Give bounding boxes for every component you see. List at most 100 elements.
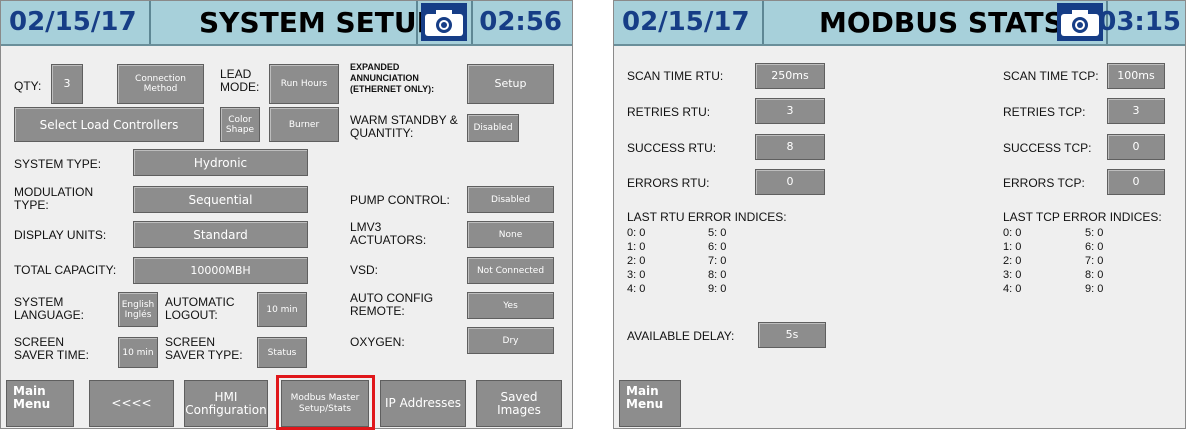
vsd-button[interactable]: Not Connected (467, 257, 554, 284)
screen-saver-type-button[interactable]: Status (257, 337, 307, 368)
tcp-index: 3: 0 (1003, 269, 1022, 281)
auto-config-remote-label: AUTO CONFIG REMOTE: (350, 291, 434, 318)
screen-saver-time-button[interactable]: 10 min (118, 337, 158, 368)
back-button[interactable]: <<<< (89, 380, 174, 427)
header-date: 02/15/17 (9, 7, 137, 37)
retries-rtu-value[interactable]: 3 (755, 98, 825, 124)
rtu-index: 5: 0 (708, 227, 727, 239)
available-delay-label: AVAILABLE DELAY: (627, 329, 735, 343)
scan-time-tcp-value[interactable]: 100ms (1107, 63, 1165, 89)
header-bar: 02/15/17 MODBUS STATS 03:15 (614, 1, 1185, 46)
oxygen-button[interactable]: Dry (467, 327, 554, 354)
tcp-index: 9: 0 (1085, 283, 1104, 295)
display-units-label: DISPLAY UNITS: (14, 228, 107, 242)
tcp-index: 8: 0 (1085, 269, 1104, 281)
auto-config-remote-button[interactable]: Yes (467, 292, 554, 319)
scan-time-rtu-value[interactable]: 250ms (755, 63, 825, 89)
system-type-label: SYSTEM TYPE: (14, 157, 102, 171)
rtu-index: 9: 0 (708, 283, 727, 295)
warm-standby-label: WARM STANDBY & QUANTITY: (350, 113, 458, 140)
system-language-label: SYSTEM LANGUAGE: (14, 295, 85, 322)
hmi-configuration-button[interactable]: HMI Configuration (184, 380, 268, 427)
errors-tcp-label: ERRORS TCP: (1003, 176, 1085, 190)
ip-addresses-button[interactable]: IP Addresses (380, 380, 466, 427)
highlight-box (276, 375, 375, 430)
system-setup-panel: 02/15/17 SYSTEM SETUP 02:56 QTY: 3 Conne… (0, 0, 573, 430)
automatic-logout-label: AUTOMATIC LOGOUT: (165, 295, 235, 322)
camera-icon[interactable] (421, 3, 467, 41)
header-divider (416, 1, 418, 44)
tcp-index: 5: 0 (1085, 227, 1104, 239)
modbus-stats-panel: 02/15/17 MODBUS STATS 03:15 SCAN TIME RT… (613, 0, 1186, 429)
lmv3-actuators-label: LMV3 ACTUATORS: (350, 220, 427, 247)
header-bar: 02/15/17 SYSTEM SETUP 02:56 (1, 1, 572, 46)
automatic-logout-button[interactable]: 10 min (257, 292, 307, 327)
rtu-index: 0: 0 (627, 227, 646, 239)
pump-control-button[interactable]: Disabled (467, 186, 554, 213)
rtu-index: 8: 0 (708, 269, 727, 281)
expanded-annunciation-label: EXPANDED ANNUNCIATION (ETHERNET ONLY): (350, 62, 435, 94)
camera-icon[interactable] (1057, 3, 1103, 41)
last-tcp-error-indices-header: LAST TCP ERROR INDICES: (1003, 210, 1162, 224)
rtu-index: 3: 0 (627, 269, 646, 281)
oxygen-label: OXYGEN: (350, 335, 405, 349)
scan-time-tcp-label: SCAN TIME TCP: (1003, 69, 1099, 83)
total-capacity-label: TOTAL CAPACITY: (14, 263, 117, 277)
header-time: 02:56 (479, 7, 562, 37)
header-date: 02/15/17 (622, 7, 750, 37)
tcp-index: 7: 0 (1085, 255, 1104, 267)
header-time: 03:15 (1098, 7, 1181, 37)
main-menu-button[interactable]: Main Menu (619, 380, 681, 427)
errors-tcp-value[interactable]: 0 (1107, 169, 1165, 195)
rtu-index: 7: 0 (708, 255, 727, 267)
available-delay-value[interactable]: 5s (758, 322, 826, 348)
rtu-index: 2: 0 (627, 255, 646, 267)
tcp-index: 4: 0 (1003, 283, 1022, 295)
warm-standby-button[interactable]: Disabled (467, 114, 519, 142)
burner-button[interactable]: Burner (269, 107, 339, 142)
last-rtu-error-indices-header: LAST RTU ERROR INDICES: (627, 210, 787, 224)
success-rtu-label: SUCCESS RTU: (627, 141, 717, 155)
vsd-label: VSD: (350, 263, 379, 277)
page-title: SYSTEM SETUP (199, 6, 438, 39)
retries-tcp-label: RETRIES TCP: (1003, 105, 1086, 119)
screen-saver-time-label: SCREEN SAVER TIME: (14, 335, 89, 362)
system-type-button[interactable]: Hydronic (133, 149, 308, 176)
display-units-button[interactable]: Standard (133, 221, 308, 248)
connection-method-button[interactable]: Connection Method (117, 64, 204, 104)
color-shape-button[interactable]: Color Shape (220, 107, 260, 142)
errors-rtu-value[interactable]: 0 (755, 169, 825, 195)
success-tcp-value[interactable]: 0 (1107, 134, 1165, 160)
system-language-button[interactable]: English Inglés (118, 292, 158, 327)
setup-button[interactable]: Setup (467, 64, 554, 104)
saved-images-button[interactable]: Saved Images (476, 380, 562, 427)
tcp-index: 2: 0 (1003, 255, 1022, 267)
main-menu-button[interactable]: Main Menu (6, 380, 74, 427)
screen-saver-type-label: SCREEN SAVER TYPE: (165, 335, 243, 362)
lead-mode-button[interactable]: Run Hours (269, 64, 339, 104)
header-divider (471, 1, 473, 44)
tcp-index: 1: 0 (1003, 241, 1022, 253)
errors-rtu-label: ERRORS RTU: (627, 176, 710, 190)
retries-tcp-value[interactable]: 3 (1107, 98, 1165, 124)
total-capacity-button[interactable]: 10000MBH (133, 257, 308, 284)
pump-control-label: PUMP CONTROL: (350, 193, 450, 207)
header-divider (149, 1, 151, 44)
rtu-index: 6: 0 (708, 241, 727, 253)
page-title: MODBUS STATS (819, 6, 1064, 39)
qty-label: QTY: (14, 79, 42, 93)
lmv3-actuators-button[interactable]: None (467, 221, 554, 248)
qty-button[interactable]: 3 (51, 64, 83, 104)
success-tcp-label: SUCCESS TCP: (1003, 141, 1092, 155)
retries-rtu-label: RETRIES RTU: (627, 105, 711, 119)
tcp-index: 6: 0 (1085, 241, 1104, 253)
lead-mode-label: LEAD MODE: (220, 67, 260, 94)
select-load-controllers-button[interactable]: Select Load Controllers (14, 107, 204, 142)
rtu-index: 1: 0 (627, 241, 646, 253)
modulation-type-label: MODULATION TYPE: (14, 185, 94, 212)
modulation-type-button[interactable]: Sequential (133, 186, 308, 213)
scan-time-rtu-label: SCAN TIME RTU: (627, 69, 724, 83)
success-rtu-value[interactable]: 8 (755, 134, 825, 160)
tcp-index: 0: 0 (1003, 227, 1022, 239)
rtu-index: 4: 0 (627, 283, 646, 295)
